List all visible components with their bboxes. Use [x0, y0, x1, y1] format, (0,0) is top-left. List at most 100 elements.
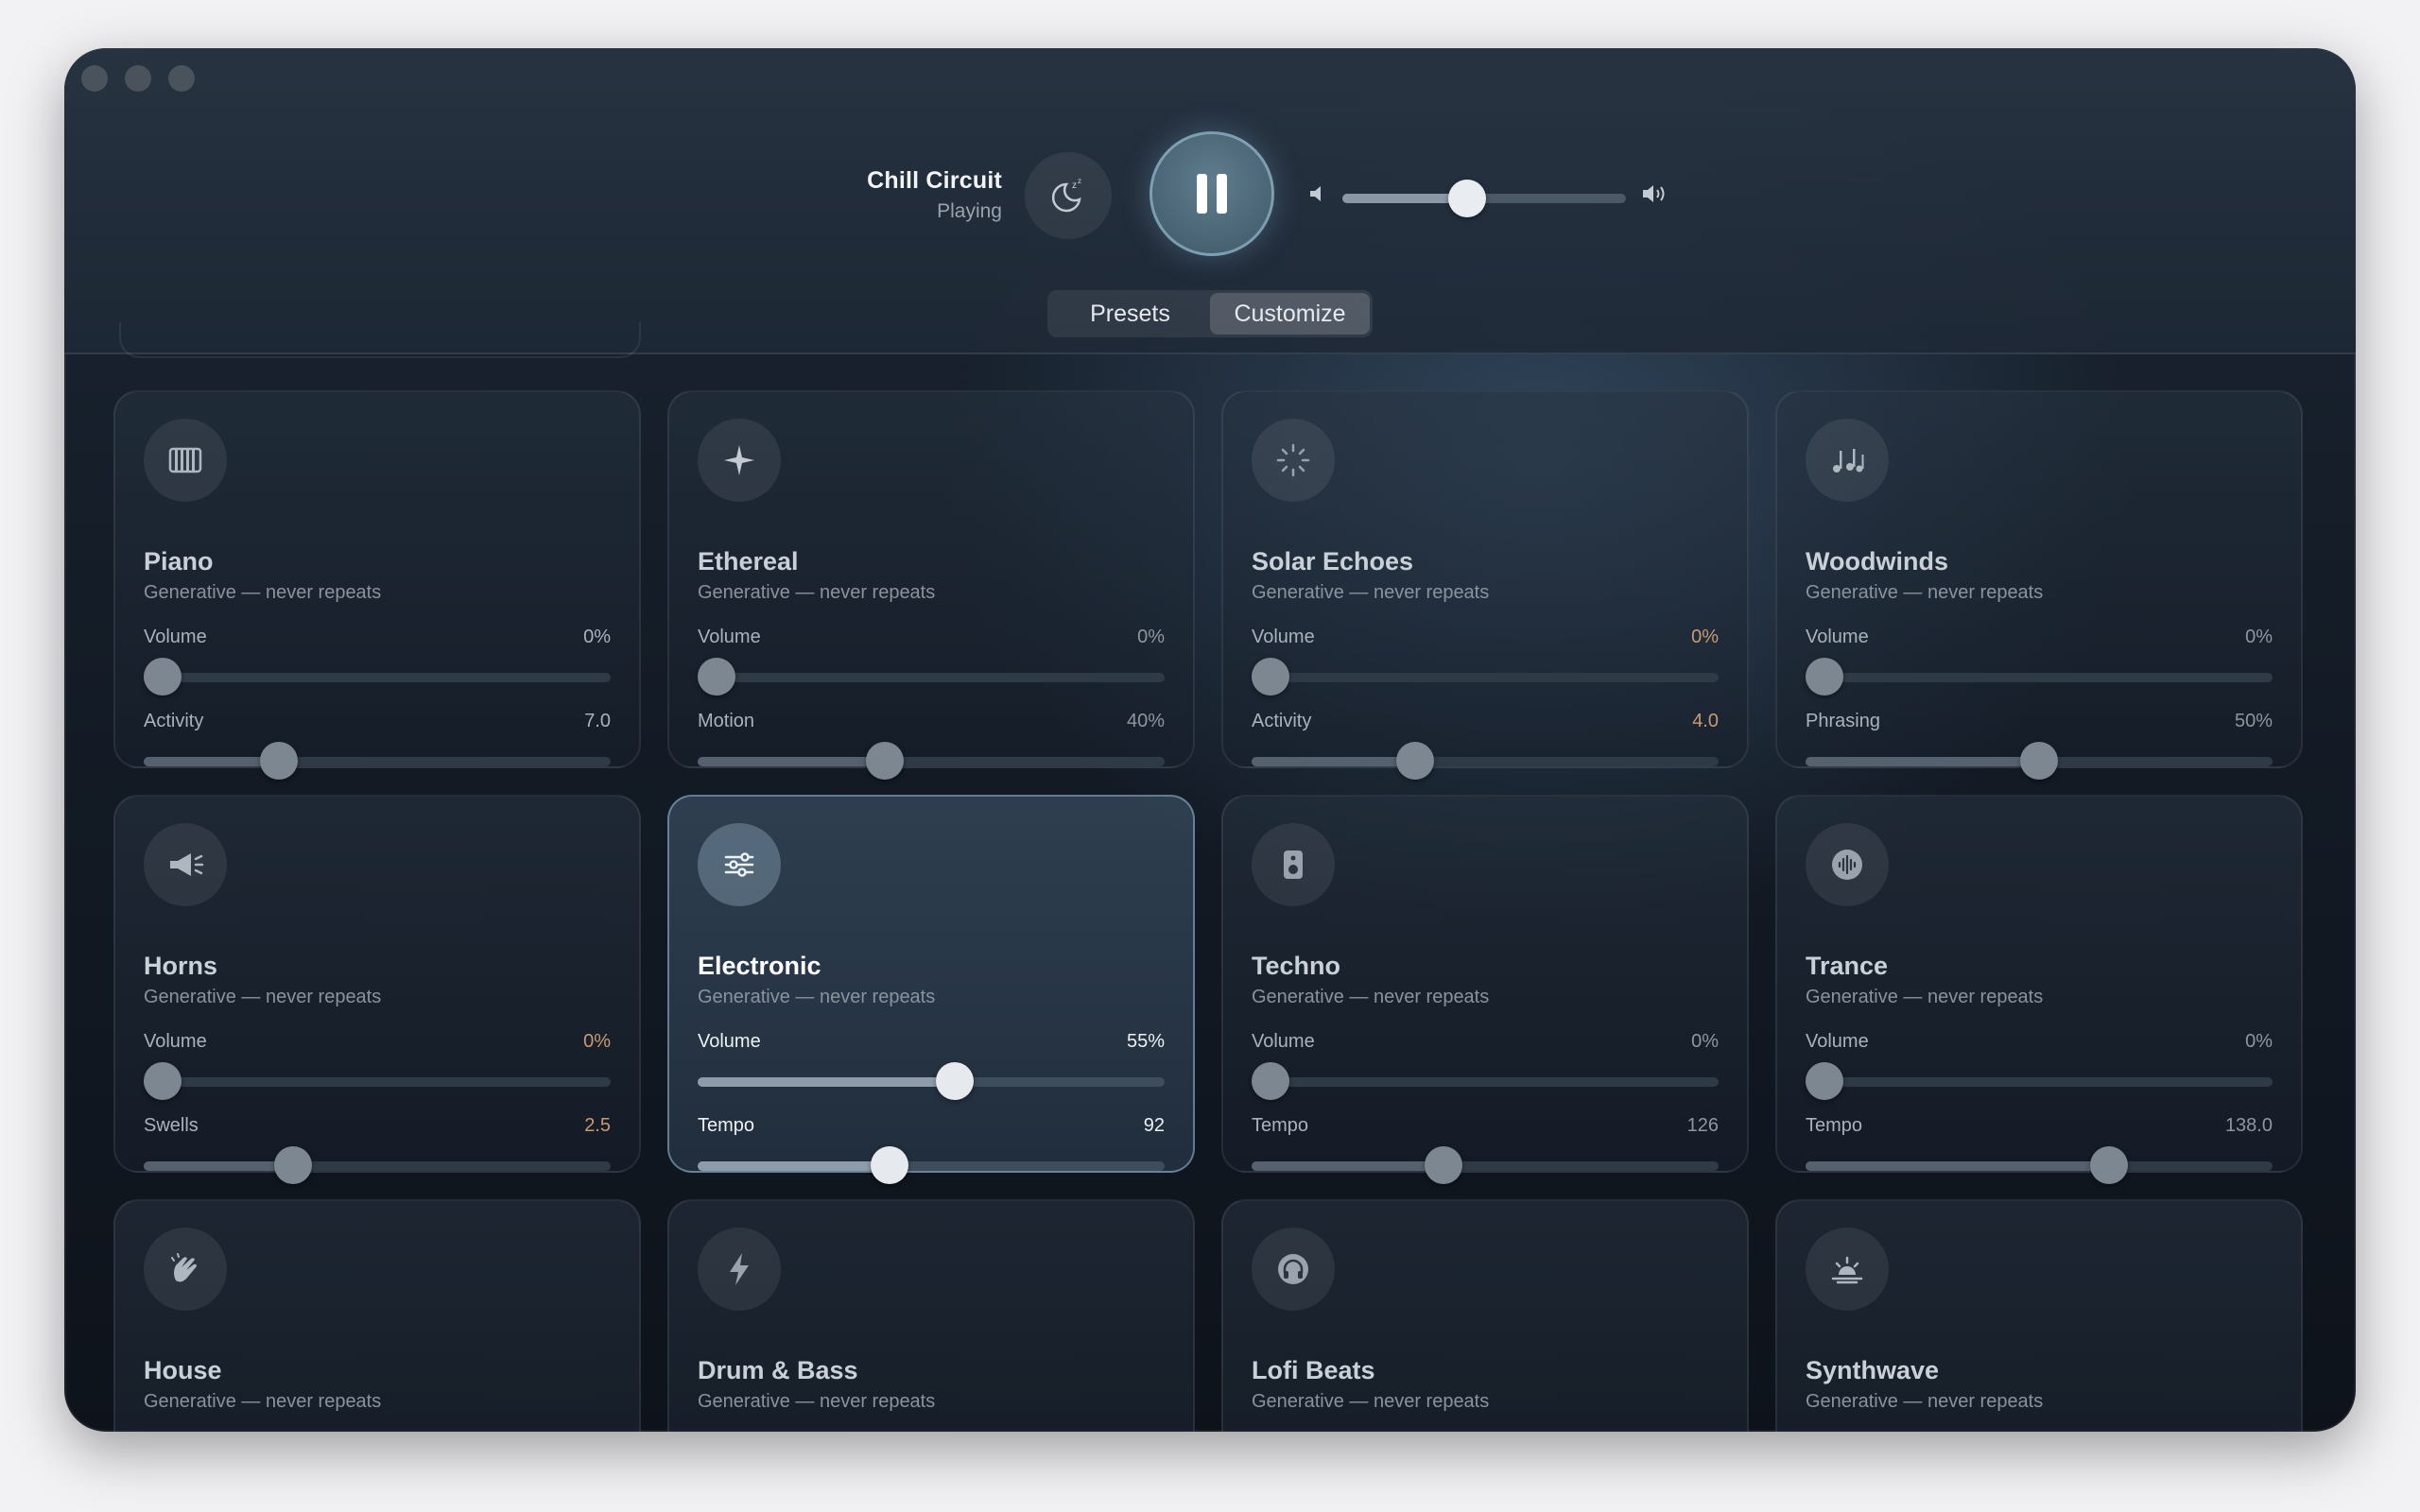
slider-thumb[interactable]: [1806, 1062, 1843, 1100]
slider-thumb[interactable]: [2090, 1146, 2128, 1184]
close-window-button[interactable]: [81, 65, 108, 92]
instrument-card-piano[interactable]: Piano Generative — never repeats Volume 0% A…: [113, 390, 641, 780]
tab-presets[interactable]: Presets: [1050, 293, 1210, 335]
param-label: Volume: [1806, 1031, 1869, 1052]
param-activity: Activity 4.0: [1252, 711, 1719, 780]
tab-customize[interactable]: Customize: [1210, 293, 1370, 335]
volume-low-icon: [1308, 183, 1327, 204]
param-value: 0%: [2245, 627, 2273, 647]
card-subtitle: Generative — never repeats: [1806, 1391, 2044, 1412]
instrument-card-drum-and-bass[interactable]: Drum & BassGenerative — never repeatsVol…: [667, 1199, 1195, 1432]
volume-slider[interactable]: [698, 658, 1165, 696]
instrument-card-horns[interactable]: Horns Generative — never repeats Volume 0% S…: [113, 795, 641, 1184]
card-title: Ethereal: [698, 547, 799, 576]
param-value: 0%: [1137, 627, 1165, 647]
instrument-card-solar-echoes[interactable]: Solar Echoes Generative — never repeats Vo…: [1221, 390, 1749, 780]
param-activity: Activity 7.0: [144, 711, 611, 780]
volume-slider[interactable]: [144, 1062, 611, 1100]
activity-slider[interactable]: [1252, 742, 1719, 780]
volume-slider[interactable]: [144, 658, 611, 696]
card-title: Synthwave: [1806, 1356, 1940, 1384]
slider-thumb[interactable]: [144, 658, 182, 696]
sparkle-icon: [698, 419, 781, 502]
instrument-card-techno[interactable]: Techno Generative — never repeats Volume 0%…: [1221, 795, 1749, 1184]
sun-rays-icon: [1252, 419, 1335, 502]
instrument-card-ethereal[interactable]: Ethereal Generative — never repeats Volume…: [667, 390, 1195, 780]
slider-thumb[interactable]: [274, 1146, 312, 1184]
param-value: 0%: [583, 627, 611, 647]
param-header: Volume 0%: [144, 627, 611, 648]
now-playing-status: Playing: [937, 200, 1002, 222]
slider-thumb[interactable]: [144, 1062, 182, 1100]
phrasing-slider[interactable]: [1806, 742, 2273, 780]
megaphone-icon: [144, 823, 227, 906]
instrument-card-house[interactable]: HouseGenerative — never repeatsVolume0%: [113, 1199, 641, 1432]
param-value: 2.5: [584, 1115, 611, 1136]
param-header: Volume 0%: [698, 627, 1165, 648]
card-title: Drum & Bass: [698, 1356, 858, 1384]
slider-thumb[interactable]: [260, 742, 298, 780]
swells-slider[interactable]: [144, 1146, 611, 1184]
instrument-card-woodwinds[interactable]: Woodwinds Generative — never repeats Volum…: [1775, 390, 2303, 780]
volume-slider[interactable]: [1806, 1062, 2273, 1100]
pause-button[interactable]: [1150, 131, 1274, 256]
master-volume-thumb[interactable]: [1448, 180, 1486, 217]
volume-slider[interactable]: [1252, 1062, 1719, 1100]
slider-thumb[interactable]: [866, 742, 904, 780]
card-subtitle: Generative — never repeats: [698, 582, 936, 603]
slider-thumb[interactable]: [1252, 1062, 1289, 1100]
param-label: Volume: [144, 627, 207, 647]
card-title: House: [144, 1356, 222, 1384]
mode-segmented-control: Presets Customize: [1047, 290, 1373, 337]
master-volume-slider[interactable]: [1342, 180, 1626, 217]
volume-slider[interactable]: [1252, 658, 1719, 696]
param-header: Volume 0%: [144, 1031, 611, 1053]
card-subtitle: Generative — never repeats: [1806, 987, 2044, 1007]
volume-slider[interactable]: [1806, 658, 2273, 696]
sleep-timer-button[interactable]: z z: [1025, 152, 1112, 239]
tempo-slider[interactable]: [1252, 1146, 1719, 1184]
moon-zzz-icon: z z: [1051, 177, 1081, 213]
tempo-slider[interactable]: [698, 1146, 1165, 1184]
slider-thumb[interactable]: [1252, 658, 1289, 696]
param-value: 7.0: [584, 711, 611, 731]
slider-thumb[interactable]: [1425, 1146, 1462, 1184]
slider-thumb[interactable]: [936, 1062, 974, 1100]
slider-thumb[interactable]: [2020, 742, 2058, 780]
param-motion: Motion 40%: [698, 711, 1165, 780]
zoom-window-button[interactable]: [168, 65, 195, 92]
param-volume: Volume 0%: [1806, 1031, 2273, 1100]
param-tempo: Tempo 138.0: [1806, 1115, 2273, 1184]
volume-slider[interactable]: [698, 1062, 1165, 1100]
param-header: Tempo 126: [1252, 1115, 1719, 1137]
card-title: Electronic: [698, 952, 821, 980]
card-subtitle: Generative — never repeats: [1252, 987, 1490, 1007]
param-volume: Volume 0%: [144, 1031, 611, 1100]
tempo-slider[interactable]: [1806, 1146, 2273, 1184]
instrument-card-electronic[interactable]: Electronic Generative — never repeats Volu…: [667, 795, 1195, 1184]
instrument-card-synthwave[interactable]: SynthwaveGenerative — never repeatsVolum…: [1775, 1199, 2303, 1432]
volume-high-icon: [1641, 181, 1671, 206]
param-label: Volume: [1806, 627, 1869, 647]
now-playing-title: Chill Circuit: [867, 167, 1002, 194]
slider-thumb[interactable]: [698, 658, 735, 696]
instrument-card-trance[interactable]: Trance Generative — never repeats Volume 0%…: [1775, 795, 2303, 1184]
instrument-card-lofi-beats[interactable]: Lofi BeatsGenerative — never repeatsVolu…: [1221, 1199, 1749, 1432]
minimize-window-button[interactable]: [125, 65, 151, 92]
param-volume: Volume 0%: [1252, 1031, 1719, 1100]
now-playing: Chill Circuit Playing: [867, 167, 1002, 223]
param-volume: Volume 0%: [1252, 627, 1719, 696]
motion-slider[interactable]: [698, 742, 1165, 780]
slider-fill: [1252, 1161, 1443, 1171]
activity-slider[interactable]: [144, 742, 611, 780]
param-header: Volume 0%: [1806, 1031, 2273, 1053]
slider-fill: [1806, 1161, 2109, 1171]
param-label: Activity: [144, 711, 204, 731]
piano-keys-icon: [144, 419, 227, 502]
slider-thumb[interactable]: [1806, 658, 1843, 696]
slider-thumb[interactable]: [871, 1146, 908, 1184]
card-title: Lofi Beats: [1252, 1356, 1375, 1384]
param-header: Motion 40%: [698, 711, 1165, 732]
sunset-icon: [1806, 1228, 1889, 1311]
slider-thumb[interactable]: [1396, 742, 1434, 780]
